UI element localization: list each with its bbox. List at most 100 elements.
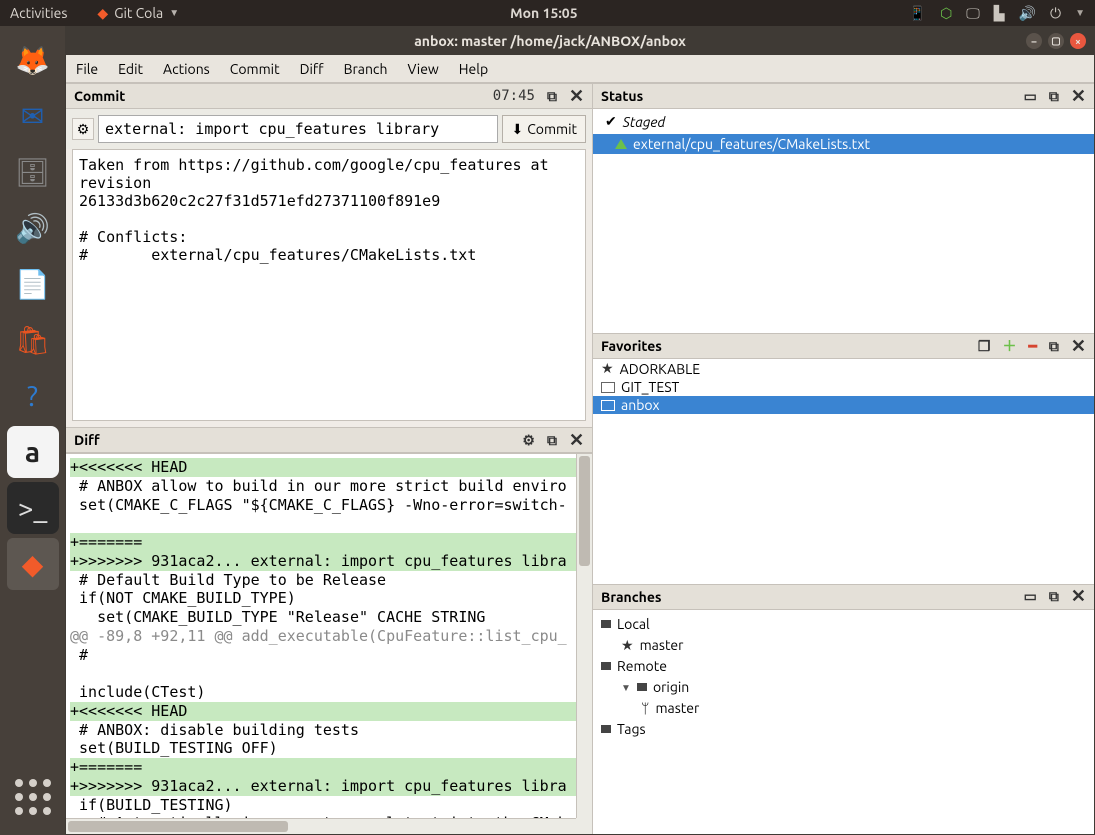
diff-line[interactable]: # Default Build Type to be Release — [70, 571, 576, 590]
favorite-item[interactable]: ★ ADORKABLE — [593, 359, 1094, 378]
launcher-libreoffice[interactable]: 📄 — [7, 258, 59, 310]
remove-icon[interactable]: ━ — [1028, 338, 1036, 355]
menu-actions[interactable]: Actions — [163, 61, 210, 77]
ubuntu-launcher: 🦊 ✉ 🗄 🔊 📄 🛍 ? a >_ ◆ — [0, 26, 65, 835]
minimize-icon[interactable]: ▭ — [1024, 588, 1037, 605]
window-maximize-button[interactable]: ▢ — [1048, 33, 1064, 49]
folder-icon — [601, 382, 615, 393]
section-icon — [601, 620, 611, 628]
launcher-thunderbird[interactable]: ✉ — [7, 90, 59, 142]
close-icon[interactable]: ✕ — [569, 86, 584, 107]
commit-panel-title: Commit — [74, 88, 125, 104]
check-icon: ✔ — [605, 113, 617, 130]
menubar: File Edit Actions Commit Diff Branch Vie… — [66, 55, 1094, 83]
branches-panel-header: Branches ▭ ⧉ ✕ — [593, 584, 1094, 610]
menu-commit[interactable]: Commit — [230, 61, 280, 77]
menu-diff[interactable]: Diff — [300, 61, 324, 77]
diff-line[interactable]: # ANBOX allow to build in our more stric… — [70, 477, 576, 496]
copy-icon[interactable]: ❐ — [978, 338, 991, 355]
menu-branch[interactable]: Branch — [344, 61, 388, 77]
menu-view[interactable]: View — [407, 61, 438, 77]
staged-section-header[interactable]: ✔ Staged — [599, 111, 1088, 132]
diff-viewer[interactable]: +<<<<<<< HEAD # ANBOX allow to build in … — [66, 454, 576, 818]
staged-file-row[interactable]: external/cpu_features/CMakeLists.txt — [593, 134, 1094, 154]
window-minimize-button[interactable]: – — [1026, 33, 1042, 49]
commit-button[interactable]: ⬇ Commit — [502, 115, 586, 143]
gear-icon[interactable]: ⚙ — [522, 432, 535, 449]
launcher-rhythmbox[interactable]: 🔊 — [7, 202, 59, 254]
show-apps-button[interactable] — [15, 779, 51, 815]
close-icon[interactable]: ✕ — [1071, 586, 1086, 607]
launcher-firefox[interactable]: 🦊 — [7, 34, 59, 86]
popout-icon[interactable]: ⧉ — [1049, 588, 1059, 605]
activities-button[interactable]: Activities — [10, 5, 67, 21]
section-icon — [637, 683, 647, 691]
branch-item-master[interactable]: ★ master — [601, 635, 1086, 656]
diff-line[interactable]: # — [70, 646, 576, 665]
menu-help[interactable]: Help — [459, 61, 488, 77]
commit-description-textarea[interactable]: Taken from https://github.com/google/cpu… — [72, 149, 586, 421]
branch-tags-node[interactable]: Tags — [601, 719, 1086, 740]
power-icon[interactable]: ⏻ — [1050, 5, 1061, 22]
diff-line[interactable]: +======= — [70, 758, 576, 777]
star-icon: ★ — [621, 635, 634, 656]
window-titlebar: anbox: master /home/jack/ANBOX/anbox – ▢… — [66, 27, 1094, 55]
launcher-help[interactable]: ? — [7, 370, 59, 422]
favorite-item[interactable]: anbox — [593, 396, 1094, 414]
popout-icon[interactable]: ⧉ — [1049, 88, 1059, 105]
diff-line[interactable]: +<<<<<<< HEAD — [70, 702, 576, 721]
popout-icon[interactable]: ⧉ — [1049, 338, 1059, 355]
diff-line[interactable]: if(BUILD_TESTING) — [70, 796, 576, 815]
diff-line[interactable]: include(CTest) — [70, 683, 576, 702]
close-icon[interactable]: ✕ — [1071, 86, 1086, 107]
launcher-amazon[interactable]: a — [7, 426, 59, 478]
menu-edit[interactable]: Edit — [118, 61, 143, 77]
staged-file-path: external/cpu_features/CMakeLists.txt — [633, 136, 870, 152]
commit-summary-input[interactable] — [98, 115, 498, 143]
launcher-files[interactable]: 🗄 — [7, 146, 59, 198]
volume-icon[interactable]: 🔊 — [1019, 5, 1036, 22]
diff-line[interactable]: set(CMAKE_C_FLAGS "${CMAKE_C_FLAGS} -Wno… — [70, 496, 576, 515]
gear-icon[interactable]: ⚙ — [72, 118, 94, 140]
close-icon[interactable]: ✕ — [569, 430, 584, 451]
branch-remote-node[interactable]: Remote — [601, 656, 1086, 677]
popout-icon[interactable]: ⧉ — [547, 88, 557, 105]
staged-modified-icon — [615, 139, 627, 149]
app-menu[interactable]: Git Cola — [114, 5, 163, 21]
popout-icon[interactable]: ⧉ — [547, 432, 557, 449]
diff-line[interactable]: +>>>>>>> 931aca2... external: import cpu… — [70, 777, 576, 796]
horizontal-scrollbar[interactable] — [66, 818, 576, 834]
chevron-down-icon: ▼ — [621, 680, 631, 695]
vertical-scrollbar[interactable] — [576, 454, 592, 818]
branch-origin-node[interactable]: ▼ origin — [601, 677, 1086, 698]
add-icon[interactable]: ＋ — [1002, 336, 1016, 356]
diff-line[interactable] — [70, 664, 576, 683]
network-icon[interactable]: ▙ — [994, 5, 1005, 22]
favorite-item[interactable]: GIT_TEST — [593, 378, 1094, 396]
phone-icon[interactable]: 📱 — [909, 5, 926, 22]
diff-line[interactable]: set(BUILD_TESTING OFF) — [70, 739, 576, 758]
launcher-terminal[interactable]: >_ — [7, 482, 59, 534]
branch-item-origin-master[interactable]: ᛘ master — [601, 698, 1086, 719]
diff-line[interactable]: +======= — [70, 533, 576, 552]
diff-line[interactable] — [70, 514, 576, 533]
menu-file[interactable]: File — [76, 61, 98, 77]
diff-line[interactable]: +>>>>>>> 931aca2... external: import cpu… — [70, 552, 576, 571]
launcher-software[interactable]: 🛍 — [7, 314, 59, 366]
diff-line[interactable]: +<<<<<<< HEAD — [70, 458, 576, 477]
minimize-icon[interactable]: ▭ — [1024, 88, 1037, 105]
update-icon[interactable]: ⬡ — [940, 5, 952, 22]
launcher-gitcola[interactable]: ◆ — [7, 538, 59, 590]
branch-local-node[interactable]: Local — [601, 614, 1086, 635]
status-panel-title: Status — [601, 88, 643, 104]
chevron-down-icon: ▼ — [169, 7, 179, 19]
diff-line[interactable]: set(CMAKE_BUILD_TYPE "Release" CACHE STR… — [70, 608, 576, 627]
download-icon: ⬇ — [511, 121, 523, 138]
diff-line[interactable]: if(NOT CMAKE_BUILD_TYPE) — [70, 589, 576, 608]
window-close-button[interactable]: × — [1070, 33, 1086, 49]
diff-line[interactable]: @@ -89,8 +92,11 @@ add_executable(CpuFea… — [70, 627, 576, 646]
commit-button-label: Commit — [527, 121, 577, 137]
close-icon[interactable]: ✕ — [1071, 336, 1086, 357]
diff-line[interactable]: # ANBOX: disable building tests — [70, 721, 576, 740]
display-icon[interactable]: 🖵 — [966, 5, 980, 22]
